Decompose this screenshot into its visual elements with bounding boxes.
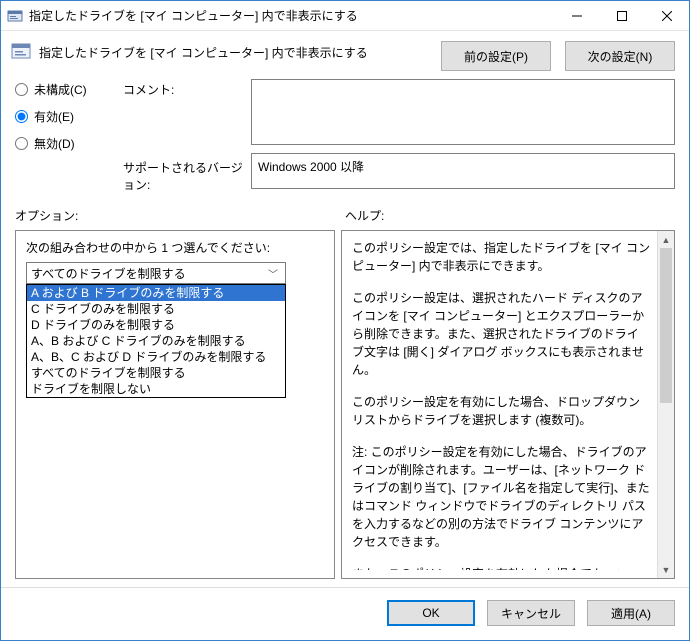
maximize-button[interactable]	[599, 1, 644, 30]
header-row: 指定したドライブを [マイ コンピューター] 内で非表示にする 前の設定(P) …	[1, 31, 689, 77]
state-radios: 未構成(C) 有効(E) 無効(D)	[15, 79, 115, 152]
radio-disabled[interactable]: 無効(D)	[15, 135, 115, 152]
help-paragraph: 注: このポリシー設定を有効にした場合、ドライブのアイコンが削除されます。ユーザ…	[352, 443, 650, 551]
radio-disabled-input[interactable]	[15, 137, 28, 150]
radio-disabled-label: 無効(D)	[34, 135, 75, 152]
radio-not-configured-label: 未構成(C)	[34, 81, 87, 98]
apply-button[interactable]: 適用(A)	[587, 600, 675, 626]
window-title: 指定したドライブを [マイ コンピューター] 内で非表示にする	[29, 7, 554, 24]
radio-enabled[interactable]: 有効(E)	[15, 108, 115, 125]
cancel-button[interactable]: キャンセル	[487, 600, 575, 626]
config-area: 未構成(C) 有効(E) 無効(D) コメント: サポートされるバージョン: W…	[1, 77, 689, 201]
dropdown-item[interactable]: A および B ドライブのみを制限する	[27, 285, 285, 301]
radio-not-configured-input[interactable]	[15, 83, 28, 96]
radio-enabled-label: 有効(E)	[34, 108, 74, 125]
dropdown-item[interactable]: A、B および C ドライブのみを制限する	[27, 333, 285, 349]
help-text: このポリシー設定では、指定したドライブを [マイ コンピューター] 内で非表示に…	[352, 239, 650, 570]
options-label: オプション:	[15, 207, 335, 224]
main-panes: 次の組み合わせの中から 1 つ選んでください: すべてのドライブを制限する ﹀ …	[1, 226, 689, 587]
ok-button[interactable]: OK	[387, 600, 475, 626]
prev-setting-button[interactable]: 前の設定(P)	[441, 41, 551, 71]
help-label: ヘルプ:	[345, 207, 384, 224]
help-paragraph: このポリシー設定を有効にした場合、ドロップダウン リストからドライブを選択します…	[352, 393, 650, 429]
radio-not-configured[interactable]: 未構成(C)	[15, 81, 115, 98]
help-paragraph: また、このポリシー設定を有効にした場合でも、ユーザーはプログラムを使用してこれら…	[352, 565, 650, 570]
close-button[interactable]	[644, 1, 689, 30]
dialog-buttons: OK キャンセル 適用(A)	[1, 587, 689, 640]
scroll-track[interactable]	[658, 248, 674, 561]
window-controls	[554, 1, 689, 30]
supported-value: Windows 2000 以降	[251, 153, 675, 189]
dropdown-selected[interactable]: すべてのドライブを制限する ﹀	[26, 262, 286, 284]
panel-labels: オプション: ヘルプ:	[1, 201, 689, 226]
options-instruction: 次の組み合わせの中から 1 つ選んでください:	[26, 239, 324, 256]
comment-textarea[interactable]	[251, 79, 675, 145]
dropdown-item[interactable]: C ドライブのみを制限する	[27, 301, 285, 317]
help-paragraph: このポリシー設定は、選択されたハード ディスクのアイコンを [マイ コンピュータ…	[352, 289, 650, 379]
minimize-button[interactable]	[554, 1, 599, 30]
app-icon	[7, 8, 23, 24]
help-paragraph: このポリシー設定では、指定したドライブを [マイ コンピューター] 内で非表示に…	[352, 239, 650, 275]
chevron-down-icon: ﹀	[265, 266, 281, 281]
dropdown-list[interactable]: A および B ドライブのみを制限するC ドライブのみを制限するD ドライブのみ…	[26, 284, 286, 398]
comment-label: コメント:	[123, 79, 243, 145]
drive-restrict-dropdown[interactable]: すべてのドライブを制限する ﹀ A および B ドライブのみを制限するC ドライ…	[26, 262, 286, 284]
dropdown-selected-text: すべてのドライブを制限する	[31, 265, 186, 282]
help-pane: このポリシー設定では、指定したドライブを [マイ コンピューター] 内で非表示に…	[341, 230, 675, 579]
supported-label: サポートされるバージョン:	[123, 153, 243, 193]
next-setting-button[interactable]: 次の設定(N)	[565, 41, 675, 71]
scroll-thumb[interactable]	[660, 248, 672, 403]
header-title: 指定したドライブを [マイ コンピューター] 内で非表示にする	[39, 41, 431, 61]
policy-icon	[11, 41, 31, 61]
dropdown-item[interactable]: すべてのドライブを制限する	[27, 365, 285, 381]
scroll-up-icon[interactable]: ▲	[658, 231, 674, 248]
titlebar: 指定したドライブを [マイ コンピューター] 内で非表示にする	[1, 1, 689, 31]
radio-enabled-input[interactable]	[15, 110, 28, 123]
help-scrollbar[interactable]: ▲ ▼	[657, 231, 674, 578]
dropdown-item[interactable]: ドライブを制限しない	[27, 381, 285, 397]
dropdown-item[interactable]: A、B、C および D ドライブのみを制限する	[27, 349, 285, 365]
options-pane: 次の組み合わせの中から 1 つ選んでください: すべてのドライブを制限する ﹀ …	[15, 230, 335, 579]
dropdown-item[interactable]: D ドライブのみを制限する	[27, 317, 285, 333]
scroll-down-icon[interactable]: ▼	[658, 561, 674, 578]
